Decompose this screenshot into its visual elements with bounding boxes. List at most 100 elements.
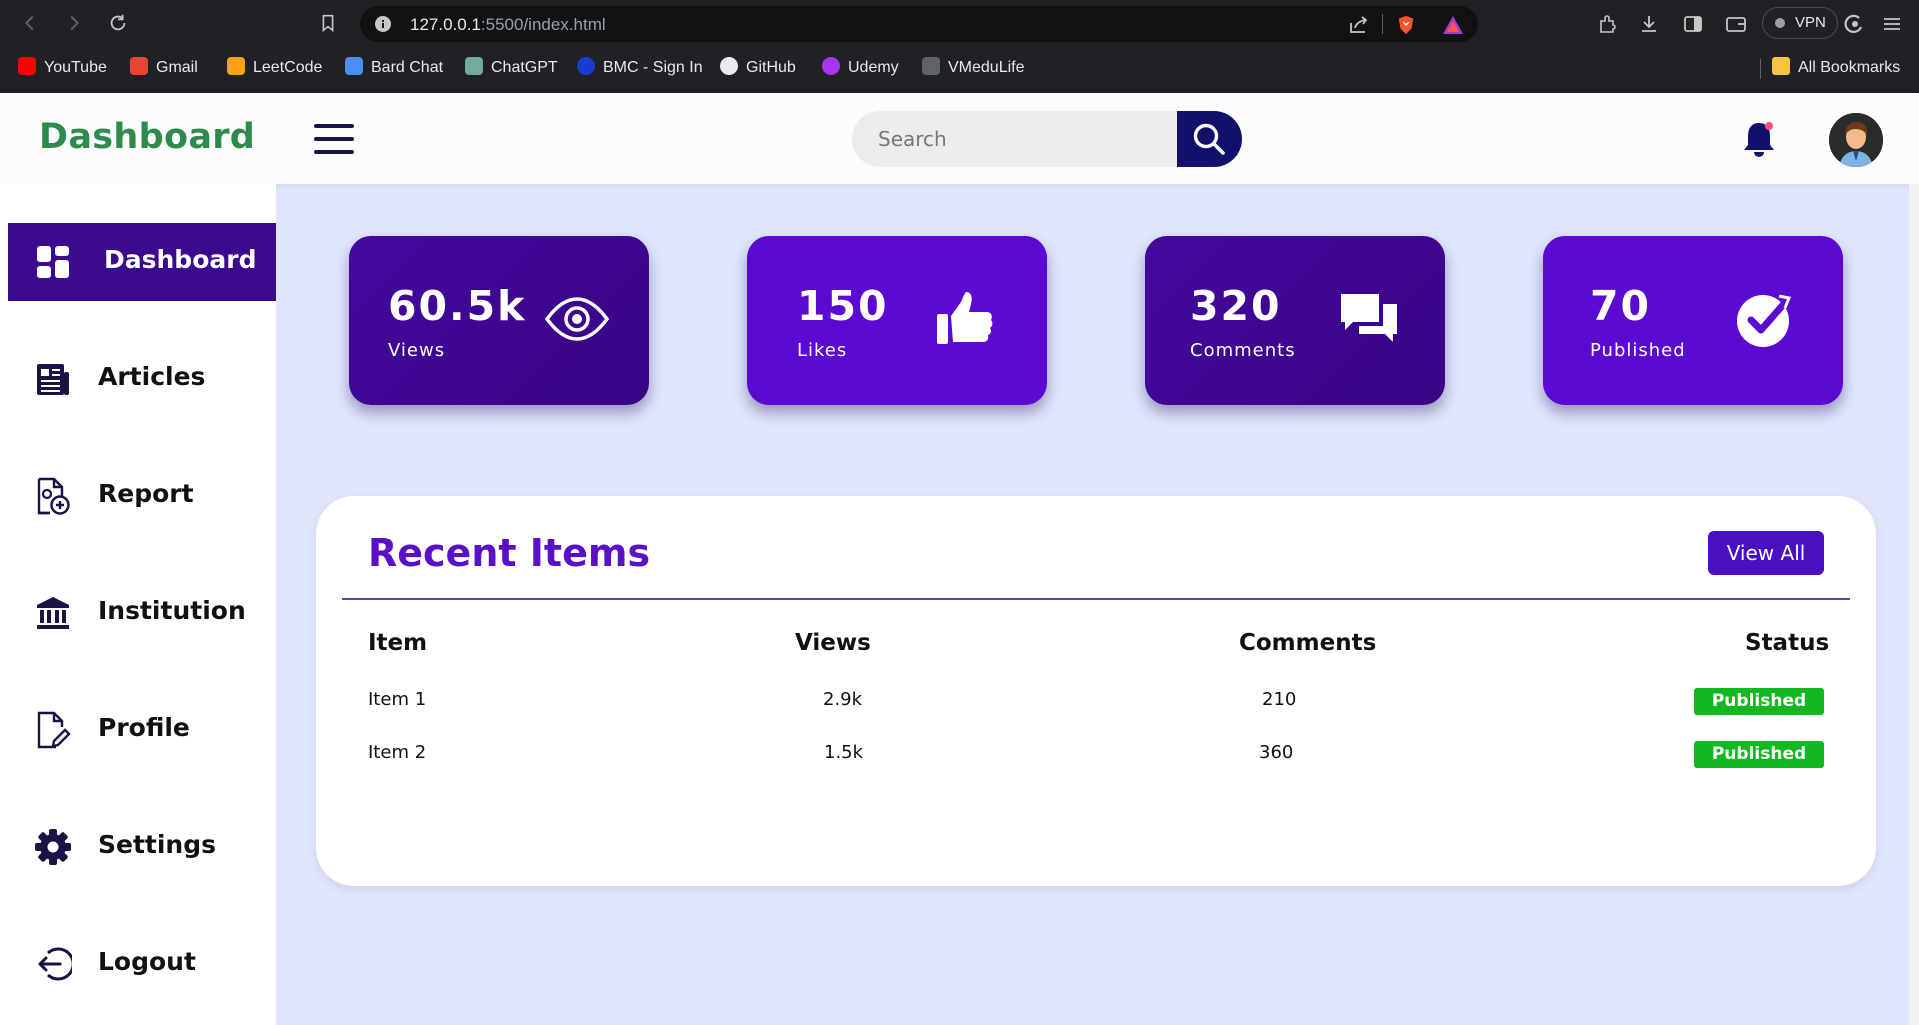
stat-label: Comments: [1190, 340, 1296, 361]
stat-card-comments[interactable]: 320 Comments: [1145, 236, 1445, 405]
search-input[interactable]: [852, 111, 1182, 167]
page-scrollbar[interactable]: [1909, 184, 1919, 1025]
search-bar: [852, 111, 1242, 167]
sidebar-item-dashboard[interactable]: Dashboard: [8, 223, 276, 301]
brave-shield-icon[interactable]: [1396, 15, 1416, 35]
status-badge: Published: [1694, 741, 1824, 768]
address-bar[interactable]: 127.0.0.1:5500/index.html: [360, 6, 1478, 42]
stat-value: 150: [797, 282, 889, 330]
newspaper-icon: [37, 364, 69, 395]
udemy-icon: [822, 57, 840, 75]
panel-title: Recent Items: [368, 531, 651, 575]
stat-label: Views: [388, 340, 446, 361]
folder-icon: [1772, 57, 1790, 75]
sidebar-item-label: Report: [98, 479, 194, 508]
browser-chrome: 127.0.0.1:5500/index.html VPN YouTube Gm…: [0, 0, 1919, 93]
bookmark-udemy[interactable]: Udemy: [822, 57, 899, 79]
extensions-icon[interactable]: [1596, 12, 1620, 36]
sidebar-item-logout[interactable]: Logout: [8, 925, 276, 1003]
bookmark-gmail[interactable]: Gmail: [130, 57, 198, 79]
sidebar-item-label: Profile: [98, 713, 190, 742]
grid-icon: [37, 246, 69, 278]
stat-card-published[interactable]: 70 Published: [1543, 236, 1843, 405]
vpn-button[interactable]: VPN: [1762, 7, 1838, 39]
hamburger-menu-icon[interactable]: [314, 124, 354, 154]
sidebar-toggle-icon[interactable]: [1681, 12, 1705, 36]
eye-icon: [544, 297, 610, 341]
bookmark-github[interactable]: GitHub: [720, 57, 796, 79]
all-bookmarks[interactable]: All Bookmarks: [1772, 57, 1900, 79]
stat-card-views[interactable]: 60.5k Views: [349, 236, 649, 405]
logo: Dashboard: [39, 117, 256, 157]
bookmark-youtube[interactable]: YouTube: [18, 57, 107, 79]
stat-label: Published: [1590, 340, 1686, 361]
bookmark-bard[interactable]: Bard Chat: [345, 57, 443, 79]
cell-views: 2.9k: [823, 689, 863, 710]
wallet-icon[interactable]: [1724, 12, 1748, 36]
gear-icon: [35, 829, 71, 865]
notification-bell-icon[interactable]: [1740, 119, 1778, 159]
bank-icon: [37, 597, 69, 629]
gmail-icon: [130, 57, 148, 75]
stat-label: Likes: [797, 340, 848, 361]
file-edit-icon: [37, 711, 71, 749]
stat-value: 320: [1190, 282, 1282, 330]
youtube-icon: [18, 57, 36, 75]
bookmark-chatgpt[interactable]: ChatGPT: [465, 57, 558, 79]
leo-ai-icon[interactable]: [1842, 12, 1866, 36]
notification-dot: [1765, 122, 1773, 130]
browser-toolbar: 127.0.0.1:5500/index.html VPN: [0, 0, 1919, 48]
site-info-icon[interactable]: [374, 15, 392, 33]
bookmarks-separator: [1760, 59, 1761, 79]
column-header-status: Status: [1745, 630, 1830, 656]
github-icon: [720, 57, 738, 75]
bookmark-bmc[interactable]: BMC - Sign In: [577, 57, 703, 79]
cell-item: Item 2: [368, 742, 427, 763]
brave-rewards-icon[interactable]: [1442, 15, 1464, 35]
sidebar-item-institution[interactable]: Institution: [8, 574, 276, 652]
avatar[interactable]: [1829, 113, 1883, 167]
vmedulife-icon: [922, 57, 940, 75]
bookmark-leetcode[interactable]: LeetCode: [227, 57, 322, 79]
app-header: Dashboard: [0, 93, 1919, 184]
bard-icon: [345, 57, 363, 75]
url-separator: [1382, 14, 1383, 34]
back-icon[interactable]: [18, 12, 42, 36]
recent-items-panel: Recent Items View All Item Views Comment…: [316, 496, 1876, 886]
download-icon[interactable]: [1637, 12, 1661, 36]
forward-icon[interactable]: [62, 12, 86, 36]
column-header-views: Views: [795, 630, 871, 656]
sidebar: Dashboard Articles Report Institution Pr…: [0, 184, 276, 1025]
check-circle-icon: [1737, 294, 1793, 347]
chatgpt-icon: [465, 57, 483, 75]
sidebar-item-report[interactable]: Report: [8, 457, 276, 535]
sidebar-item-settings[interactable]: Settings: [8, 808, 276, 886]
stat-card-likes[interactable]: 150 Likes: [747, 236, 1047, 405]
sidebar-item-profile[interactable]: Profile: [8, 691, 276, 769]
cell-comments: 360: [1259, 742, 1294, 763]
sidebar-item-label: Institution: [98, 596, 246, 625]
leetcode-icon: [227, 57, 245, 75]
comments-icon: [1341, 294, 1397, 342]
logout-icon: [38, 947, 72, 981]
file-plus-icon: [37, 477, 70, 515]
menu-icon[interactable]: [1880, 12, 1904, 36]
share-icon[interactable]: [1348, 15, 1370, 35]
stat-value: 60.5k: [388, 282, 527, 330]
url-text[interactable]: 127.0.0.1:5500/index.html: [410, 15, 606, 35]
cell-comments: 210: [1262, 689, 1297, 710]
status-badge: Published: [1694, 688, 1824, 715]
bookmark-vmedulife[interactable]: VMeduLife: [922, 57, 1025, 79]
column-header-item: Item: [368, 630, 428, 656]
stat-value: 70: [1590, 282, 1652, 330]
bmc-icon: [577, 57, 595, 75]
divider: [342, 598, 1850, 600]
search-button[interactable]: [1177, 111, 1242, 167]
view-all-button[interactable]: View All: [1708, 531, 1824, 575]
bookmark-page-icon[interactable]: [316, 12, 340, 36]
sidebar-item-label: Articles: [98, 362, 206, 391]
sidebar-item-label: Settings: [98, 830, 217, 859]
reload-icon[interactable]: [106, 12, 130, 36]
sidebar-item-articles[interactable]: Articles: [8, 340, 276, 418]
sidebar-item-label: Logout: [98, 947, 196, 976]
